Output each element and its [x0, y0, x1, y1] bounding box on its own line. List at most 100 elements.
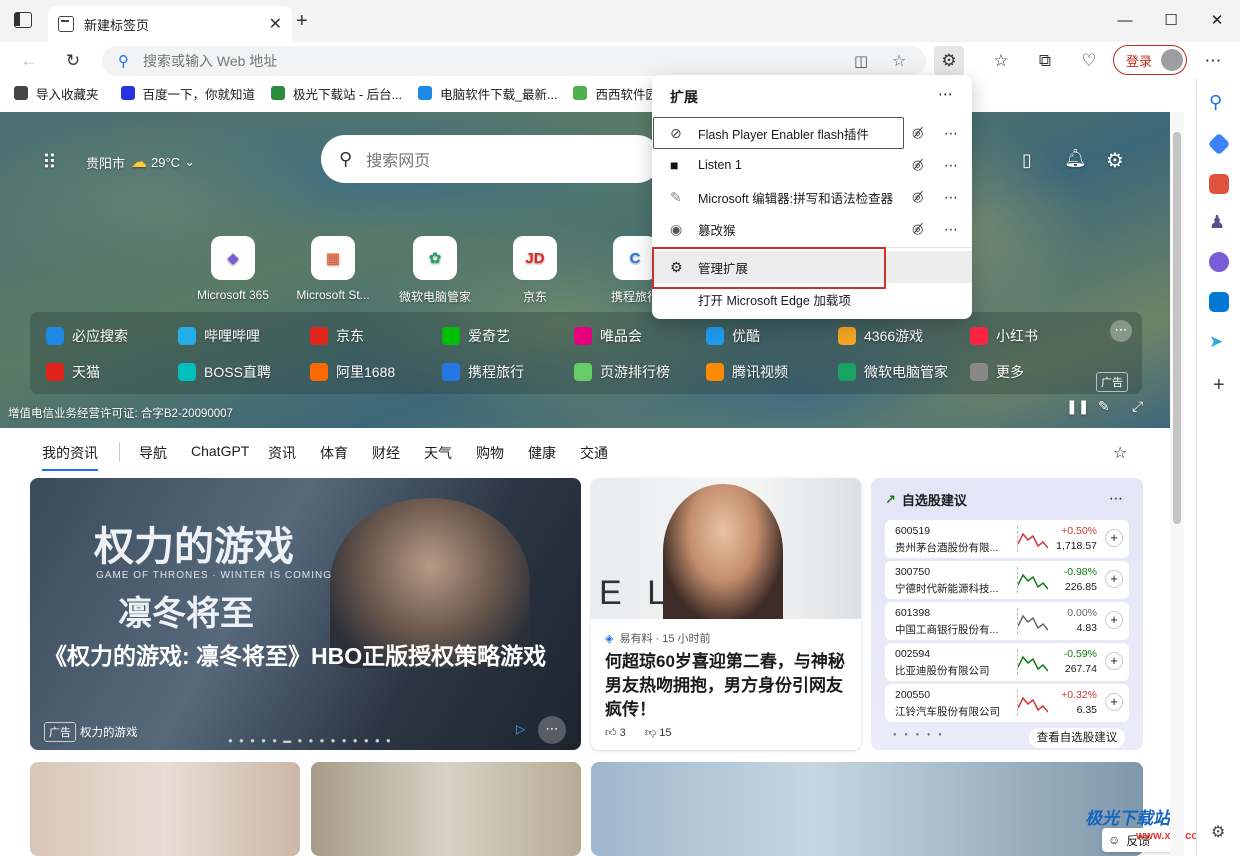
- news-photo-card[interactable]: [30, 762, 300, 856]
- news-nav-tab[interactable]: 财经: [372, 443, 400, 463]
- hero-link[interactable]: 微软电脑管家: [838, 362, 948, 382]
- scrollbar-thumb[interactable]: [1173, 132, 1181, 524]
- search-icon[interactable]: ⚲: [1209, 92, 1229, 112]
- news-headline[interactable]: 何超琼60岁喜迎第二春，与神秘男友热吻拥抱，男方身份引网友疯传！: [605, 650, 849, 722]
- news-card[interactable]: E L T ◈ 易有料 · 15 小时前 何超琼60岁喜迎第二春，与神秘男友热吻…: [591, 478, 861, 750]
- new-tab-button[interactable]: +: [296, 10, 308, 33]
- hero-link[interactable]: 腾讯视频: [706, 362, 788, 382]
- fav-item-import[interactable]: 导入收藏夹: [14, 84, 99, 103]
- browser-essentials-icon[interactable]: ♡: [1074, 46, 1104, 76]
- carousel-dots[interactable]: ● ● ● ● ● ▬ ● ● ● ● ● ● ● ● ●: [228, 736, 393, 745]
- add-stock-icon[interactable]: +: [1105, 693, 1123, 711]
- reader-mode-icon[interactable]: ◫: [854, 52, 868, 70]
- view-stocks-button[interactable]: 查看自选股建议: [1029, 728, 1125, 748]
- weather-widget[interactable]: 贵阳市 ☁ 29°C ⌄: [86, 152, 195, 172]
- page-settings-icon[interactable]: ⚙: [1106, 148, 1124, 173]
- extensions-more-icon[interactable]: ⋯: [938, 85, 953, 103]
- sidebar-settings-icon[interactable]: ⚙: [1211, 822, 1225, 842]
- extension-item[interactable]: ⊘ Flash Player Enabler flash插件 ◎̸ ⋯: [652, 117, 972, 149]
- hide-from-toolbar-icon[interactable]: ◎̸: [912, 157, 923, 173]
- card-more-icon[interactable]: ⋯: [538, 716, 566, 744]
- hero-link[interactable]: 阿里1688: [310, 362, 395, 382]
- news-nav-tab[interactable]: 体育: [320, 443, 348, 463]
- hero-link[interactable]: 唯品会: [574, 326, 642, 346]
- extension-item[interactable]: ✎ Microsoft 编辑器:拼写和语法检查器 ◎̸ ⋯: [652, 181, 972, 213]
- tab-actions-icon[interactable]: [14, 12, 32, 28]
- hero-link[interactable]: 优酷: [706, 326, 760, 346]
- add-stock-icon[interactable]: +: [1105, 529, 1123, 547]
- favorites-icon[interactable]: ☆: [986, 46, 1016, 76]
- microsoft-365-icon[interactable]: [1209, 252, 1229, 272]
- tab-new-tab[interactable]: 新建标签页 ✕: [48, 6, 292, 42]
- news-nav-tab[interactable]: 导航: [139, 443, 167, 463]
- fav-item-cr173[interactable]: 西西软件园: [573, 84, 658, 103]
- collections-icon[interactable]: ⧉: [1030, 46, 1060, 76]
- fav-item-baidu[interactable]: 百度一下，你就知道: [120, 84, 255, 103]
- extension-more-icon[interactable]: ⋯: [944, 221, 959, 238]
- stock-row[interactable]: 200550 江铃汽车股份有限公司 +0.32% 6.35 +: [885, 684, 1129, 722]
- hero-link[interactable]: 爱奇艺: [442, 326, 510, 346]
- close-tab-icon[interactable]: ✕: [269, 14, 282, 34]
- quick-link[interactable]: JD 京东: [490, 236, 580, 305]
- extension-more-icon[interactable]: ⋯: [944, 125, 959, 142]
- ad-choices-icon[interactable]: ▷: [516, 722, 525, 736]
- hide-from-toolbar-icon[interactable]: ◎̸: [912, 125, 923, 141]
- hero-link[interactable]: 必应搜索: [46, 326, 128, 346]
- add-stock-icon[interactable]: +: [1105, 611, 1123, 629]
- hide-from-toolbar-icon[interactable]: ◎̸: [912, 189, 923, 205]
- add-favorite-icon[interactable]: ☆: [892, 51, 906, 71]
- settings-more-icon[interactable]: ⋯: [1198, 46, 1228, 76]
- outlook-icon[interactable]: [1209, 292, 1229, 312]
- news-photo-card[interactable]: [591, 762, 1143, 856]
- main-headline[interactable]: 《权力的游戏: 凛冬将至》HBO正版授权策略游戏: [44, 640, 570, 672]
- add-stock-icon[interactable]: +: [1105, 652, 1123, 670]
- tools-icon[interactable]: [1209, 174, 1229, 194]
- open-addons-item[interactable]: 打开 Microsoft Edge 加载项: [652, 283, 972, 315]
- quick-link[interactable]: ◆ Microsoft 365: [188, 236, 278, 302]
- hero-link[interactable]: 4366游戏: [838, 326, 923, 346]
- send-icon[interactable]: ➤: [1209, 332, 1229, 352]
- news-nav-tab[interactable]: ChatGPT: [191, 443, 249, 459]
- news-photo-card[interactable]: [311, 762, 581, 856]
- hero-link[interactable]: 小红书: [970, 326, 1038, 346]
- notification-bell-icon[interactable]: 🔔︎: [1064, 148, 1087, 169]
- stock-row[interactable]: 300750 宁德时代新能源科技... -0.98% 226.85 +: [885, 561, 1129, 599]
- quick-link[interactable]: ▦ Microsoft St...: [288, 236, 378, 302]
- news-nav-tab[interactable]: 资讯: [268, 443, 296, 463]
- back-icon[interactable]: ←: [14, 46, 44, 76]
- stock-row[interactable]: 601398 中国工商银行股份有... 0.00% 4.83 +: [885, 602, 1129, 640]
- main-news-card[interactable]: 权力的游戏 GAME OF THRONES · WINTER IS COMING…: [30, 478, 581, 750]
- dislike-button[interactable]: 👎︎ 15: [645, 726, 671, 739]
- extension-item[interactable]: ◉ 篡改猴 ◎̸ ⋯: [652, 213, 972, 245]
- stock-row[interactable]: 600519 贵州茅台酒股份有限... +0.50% 1,718.57 +: [885, 520, 1129, 558]
- expand-icon[interactable]: ⤢: [1132, 398, 1143, 415]
- pause-icon[interactable]: ❚❚: [1066, 398, 1089, 415]
- stocks-carousel-dots[interactable]: ● ● ● ● ●: [893, 732, 945, 738]
- stocks-more-icon[interactable]: ⋯: [1109, 490, 1123, 507]
- fav-item-software[interactable]: 电脑软件下载_最新...: [418, 84, 557, 103]
- news-nav-tab[interactable]: 交通: [580, 443, 608, 463]
- news-nav-tab[interactable]: 天气: [424, 443, 452, 463]
- page-scrollbar[interactable]: [1170, 112, 1184, 856]
- web-search-box[interactable]: ⚲ 搜索网页: [321, 135, 661, 183]
- refresh-icon[interactable]: ↻: [58, 46, 88, 76]
- like-button[interactable]: 👍︎ 3: [605, 726, 626, 739]
- hero-link[interactable]: BOSS直聘: [178, 362, 271, 382]
- games-icon[interactable]: ♟: [1209, 212, 1229, 232]
- hero-link[interactable]: 更多: [970, 362, 1024, 382]
- stock-row[interactable]: 002594 比亚迪股份有限公司 -0.59% 267.74 +: [885, 643, 1129, 681]
- close-window-button[interactable]: ✕: [1194, 0, 1240, 40]
- add-stock-icon[interactable]: +: [1105, 570, 1123, 588]
- fav-item-xz7[interactable]: 极光下载站 - 后台...: [271, 84, 402, 103]
- extensions-icon[interactable]: ⚙: [934, 46, 964, 76]
- hero-link[interactable]: 天猫: [46, 362, 100, 382]
- more-options-icon[interactable]: ⋯: [1110, 320, 1132, 342]
- add-sidebar-app-icon[interactable]: +: [1213, 374, 1225, 397]
- news-nav-tab[interactable]: 购物: [476, 443, 504, 463]
- edit-background-icon[interactable]: ✎: [1098, 398, 1110, 415]
- extension-item[interactable]: ■ Listen 1 ◎̸ ⋯: [652, 149, 972, 181]
- apps-launcher-icon[interactable]: ⠿: [42, 150, 57, 175]
- extension-more-icon[interactable]: ⋯: [944, 189, 959, 206]
- shopping-tag-icon[interactable]: [1207, 132, 1231, 156]
- maximize-button[interactable]: ☐: [1148, 0, 1194, 40]
